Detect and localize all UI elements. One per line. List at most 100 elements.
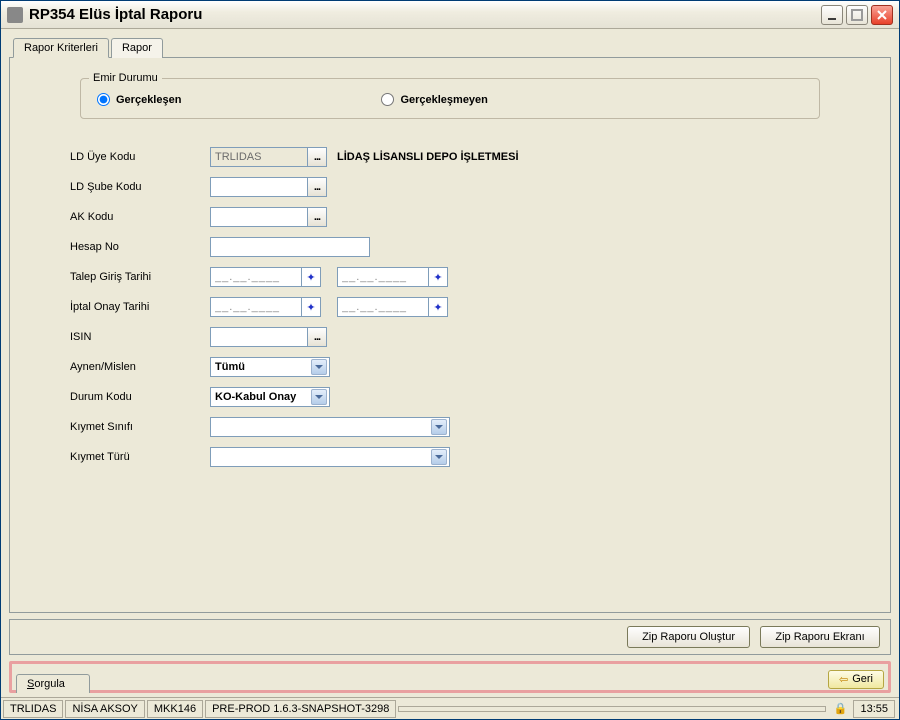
datepicker-talep-giris-from[interactable]: ✦	[301, 267, 321, 287]
chevron-down-icon	[311, 389, 327, 405]
radio-gerceklesmeyen-label: Gerçekleşmeyen	[400, 94, 487, 106]
talep-giris-to-field: ✦	[337, 267, 448, 287]
select-kiymet-sinifi[interactable]	[210, 417, 450, 437]
status-env: PRE-PROD 1.6.3-SNAPSHOT-3298	[205, 700, 396, 718]
emir-durumu-legend: Emir Durumu	[89, 72, 162, 84]
row-isin: ISIN ...	[70, 327, 830, 347]
input-iptal-onay-from[interactable]	[210, 297, 302, 317]
row-ld-uye-kodu: LD Üye Kodu ... LİDAŞ LİSANSLI DEPO İŞLE…	[70, 147, 830, 167]
close-icon	[876, 9, 888, 21]
calendar-icon: ✦	[433, 271, 442, 284]
row-kiymet-turu: Kıymet Türü	[70, 447, 830, 467]
window-title: RP354 Elüs İptal Raporu	[29, 6, 821, 23]
iptal-onay-pair: ✦ ✦	[210, 297, 448, 317]
row-iptal-onay: İptal Onay Tarihi ✦ ✦	[70, 297, 830, 317]
input-ld-sube-kodu[interactable]	[210, 177, 308, 197]
label-aynen-mislen: Aynen/Mislen	[70, 361, 210, 373]
label-kiymet-turu: Kıymet Türü	[70, 451, 210, 463]
window-controls	[821, 5, 893, 25]
chevron-down-icon	[311, 359, 327, 375]
label-iptal-onay: İptal Onay Tarihi	[70, 301, 210, 313]
status-spacer	[398, 706, 825, 712]
talep-giris-pair: ✦ ✦	[210, 267, 448, 287]
maximize-icon	[851, 9, 863, 21]
radio-gerceklesmeyen[interactable]: Gerçekleşmeyen	[381, 93, 487, 106]
zip-raporu-ekrani-button[interactable]: Zip Raporu Ekranı	[760, 626, 880, 648]
tab-container: Rapor Kriterleri Rapor Emir Durumu Gerçe…	[9, 37, 891, 613]
input-iptal-onay-to[interactable]	[337, 297, 429, 317]
status-time: 13:55	[853, 700, 895, 718]
chevron-down-icon	[431, 449, 447, 465]
row-ak-kodu: AK Kodu ...	[70, 207, 830, 227]
label-kiymet-sinifi: Kıymet Sınıfı	[70, 421, 210, 433]
app-icon	[7, 7, 23, 23]
label-hesap-no: Hesap No	[70, 241, 210, 253]
calendar-icon: ✦	[306, 301, 315, 314]
tab-strip: Rapor Kriterleri Rapor	[13, 37, 891, 57]
iptal-onay-from-field: ✦	[210, 297, 321, 317]
radio-gerceklesen-label: Gerçekleşen	[116, 94, 181, 106]
status-user: NİSA AKSOY	[65, 700, 144, 718]
row-hesap-no: Hesap No	[70, 237, 830, 257]
row-kiymet-sinifi: Kıymet Sınıfı	[70, 417, 830, 437]
row-talep-giris: Talep Giriş Tarihi ✦ ✦	[70, 267, 830, 287]
datepicker-talep-giris-to[interactable]: ✦	[428, 267, 448, 287]
label-talep-giris: Talep Giriş Tarihi	[70, 271, 210, 283]
sorgula-tab[interactable]: Sorgula	[16, 674, 90, 693]
minimize-icon	[826, 9, 838, 21]
label-durum-kodu: Durum Kodu	[70, 391, 210, 403]
browse-isin[interactable]: ...	[307, 327, 327, 347]
label-ld-uye-kodu: LD Üye Kodu	[70, 151, 210, 163]
close-button[interactable]	[871, 5, 893, 25]
radio-gerceklesen-input[interactable]	[97, 93, 110, 106]
label-ld-sube-kodu: LD Şube Kodu	[70, 181, 210, 193]
radio-gerceklesmeyen-input[interactable]	[381, 93, 394, 106]
row-durum-kodu: Durum Kodu KO-Kabul Onay	[70, 387, 830, 407]
input-ld-uye-kodu	[210, 147, 308, 167]
geri-label-first: G	[852, 673, 861, 685]
chevron-down-icon	[431, 419, 447, 435]
tab-panel-criteria: Emir Durumu Gerçekleşen Gerçekleşmeyen L…	[9, 57, 891, 613]
input-hesap-no[interactable]	[210, 237, 370, 257]
browse-ld-uye-kodu[interactable]: ...	[307, 147, 327, 167]
tab-rapor[interactable]: Rapor	[111, 38, 163, 58]
footer-bar: Sorgula ⇦ Geri	[9, 661, 891, 693]
content-area: Rapor Kriterleri Rapor Emir Durumu Gerçe…	[1, 29, 899, 697]
status-uye: TRLIDAS	[3, 700, 63, 718]
calendar-icon: ✦	[306, 271, 315, 284]
select-durum-kodu[interactable]: KO-Kabul Onay	[210, 387, 330, 407]
talep-giris-from-field: ✦	[210, 267, 321, 287]
app-window: RP354 Elüs İptal Raporu Rapor Kriterleri…	[0, 0, 900, 720]
input-talep-giris-to[interactable]	[337, 267, 429, 287]
input-isin[interactable]	[210, 327, 308, 347]
titlebar: RP354 Elüs İptal Raporu	[1, 1, 899, 29]
minimize-button[interactable]	[821, 5, 843, 25]
row-aynen-mislen: Aynen/Mislen Tümü	[70, 357, 830, 377]
geri-label-rest: eri	[861, 673, 873, 685]
maximize-button[interactable]	[846, 5, 868, 25]
label-ak-kodu: AK Kodu	[70, 211, 210, 223]
select-kiymet-turu[interactable]	[210, 447, 450, 467]
lock-icon: 🔒	[834, 702, 848, 715]
row-ld-sube-kodu: LD Şube Kodu ...	[70, 177, 830, 197]
zip-raporu-olustur-button[interactable]: Zip Raporu Oluştur	[627, 626, 750, 648]
browse-ld-sube-kodu[interactable]: ...	[307, 177, 327, 197]
browse-ak-kodu[interactable]: ...	[307, 207, 327, 227]
iptal-onay-to-field: ✦	[337, 297, 448, 317]
input-talep-giris-from[interactable]	[210, 267, 302, 287]
calendar-icon: ✦	[433, 301, 442, 314]
input-ak-kodu[interactable]	[210, 207, 308, 227]
datepicker-iptal-onay-from[interactable]: ✦	[301, 297, 321, 317]
radio-gerceklesen[interactable]: Gerçekleşen	[97, 93, 181, 106]
geri-button[interactable]: ⇦ Geri	[828, 670, 884, 689]
action-bar: Zip Raporu Oluştur Zip Raporu Ekranı	[9, 619, 891, 655]
status-code: MKK146	[147, 700, 203, 718]
status-bar: TRLIDAS NİSA AKSOY MKK146 PRE-PROD 1.6.3…	[1, 697, 899, 719]
desc-ld-uye-kodu: LİDAŞ LİSANSLI DEPO İŞLETMESİ	[337, 151, 519, 163]
select-durum-kodu-value: KO-Kabul Onay	[213, 391, 296, 403]
select-aynen-mislen[interactable]: Tümü	[210, 357, 330, 377]
select-aynen-mislen-value: Tümü	[213, 361, 245, 373]
tab-rapor-kriterleri[interactable]: Rapor Kriterleri	[13, 38, 109, 58]
emir-durumu-group: Emir Durumu Gerçekleşen Gerçekleşmeyen	[80, 78, 820, 119]
datepicker-iptal-onay-to[interactable]: ✦	[428, 297, 448, 317]
